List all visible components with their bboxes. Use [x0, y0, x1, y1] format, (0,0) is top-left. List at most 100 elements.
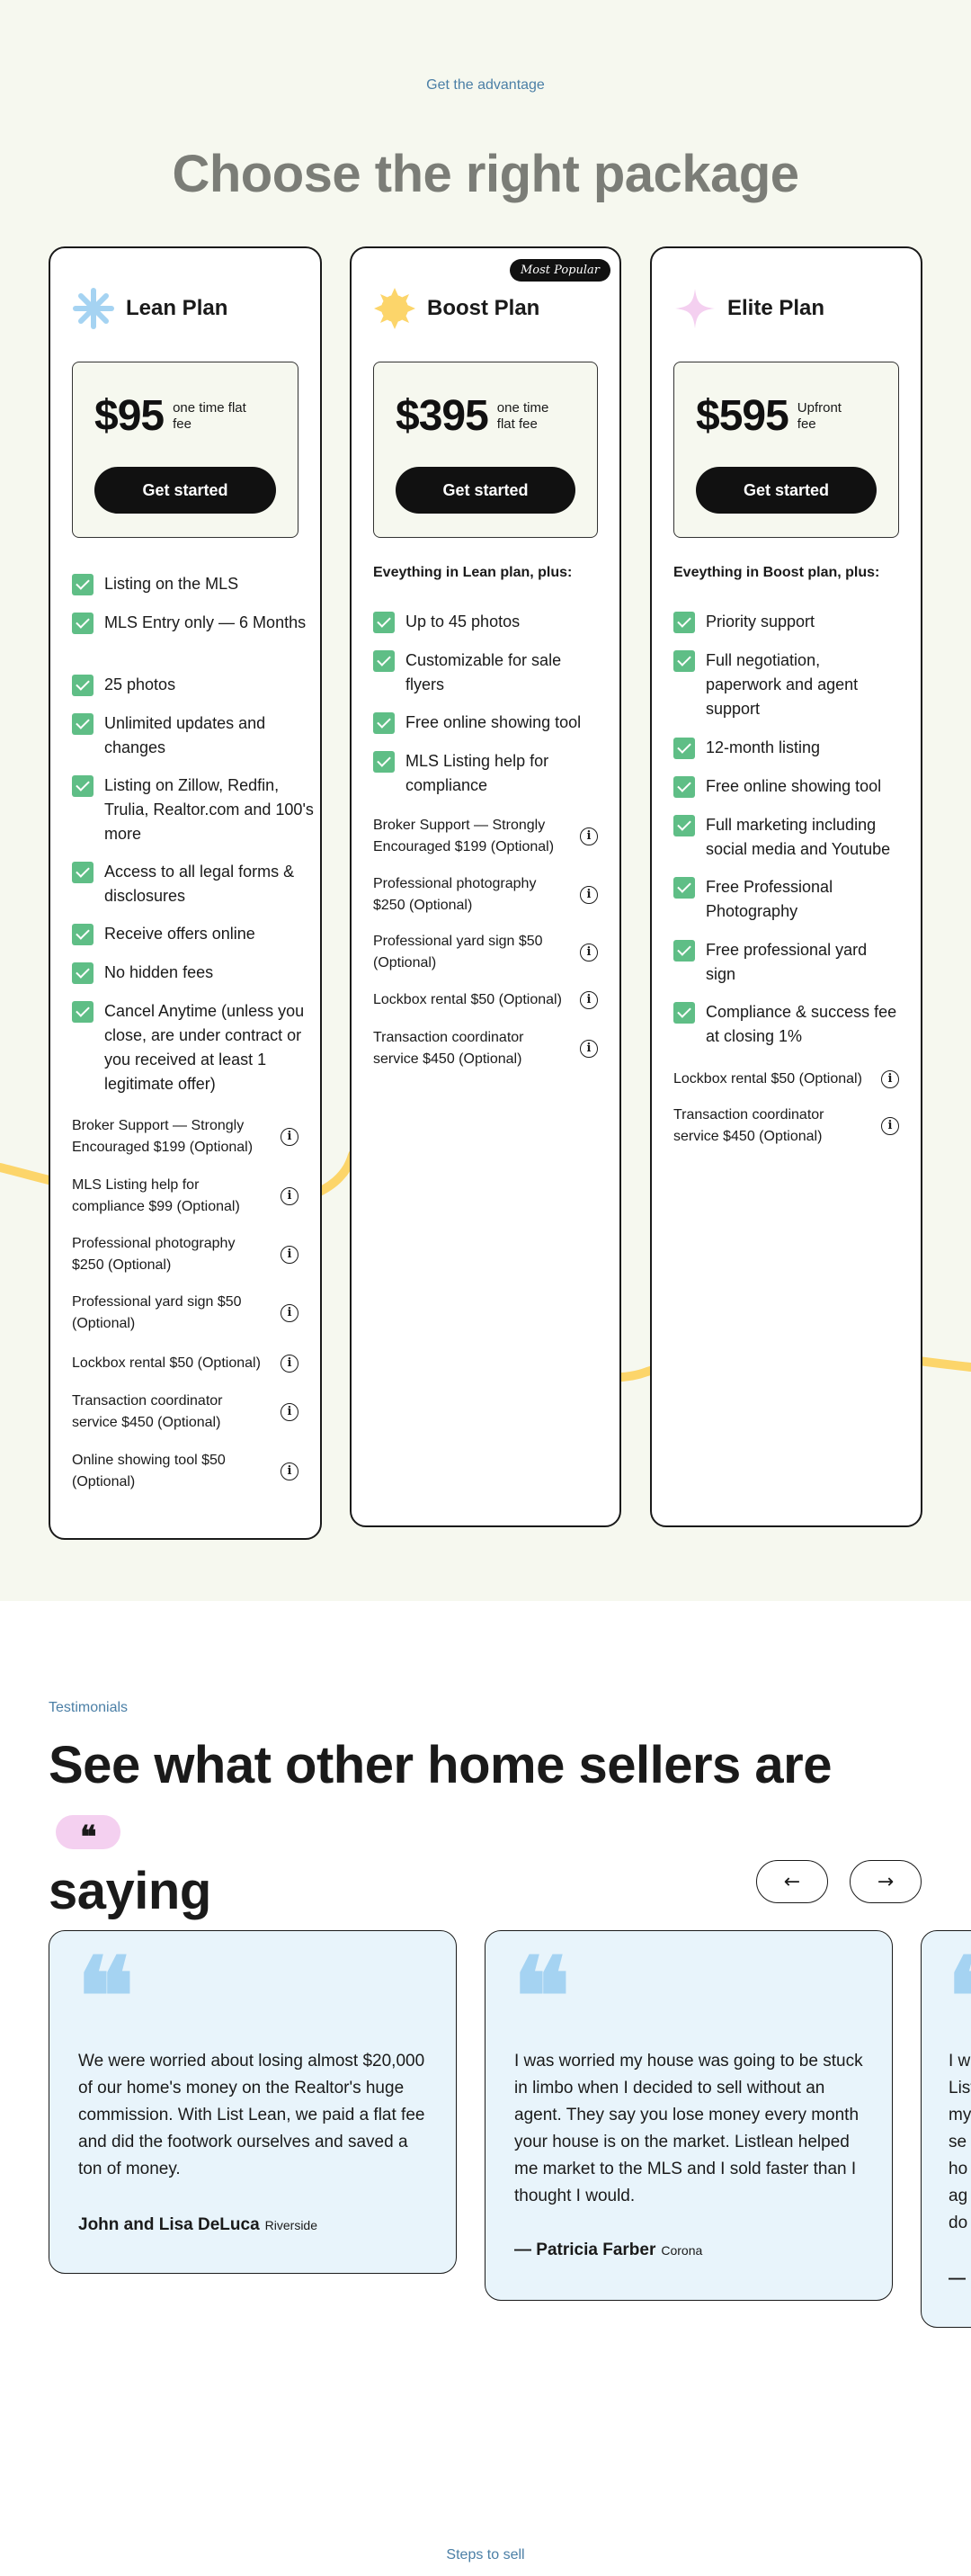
quote-pill-icon: ❝: [56, 1814, 120, 1856]
info-icon[interactable]: i: [281, 1462, 298, 1480]
testimonial-card: ❝ I was worried my house was going to be…: [485, 1930, 893, 2301]
addon-text: Professional yard sign $50 (Optional): [72, 1294, 242, 1331]
info-icon[interactable]: i: [281, 1304, 298, 1322]
get-started-button[interactable]: Get started: [696, 467, 877, 514]
check-icon: [373, 712, 395, 734]
prev-arrow-button[interactable]: ←: [756, 1860, 828, 1903]
check-icon: [373, 612, 395, 633]
plan-header: Elite Plan: [673, 284, 824, 333]
feature-text: Compliance & success fee at closing 1%: [706, 1003, 897, 1045]
plan-card-boost: Most Popular Boost Plan $395 one time fl…: [350, 246, 621, 1527]
addon-item: Transaction coordinator service $450 (Op…: [373, 1027, 598, 1070]
addon-item: Lockbox rental $50 (Optional) i: [373, 989, 598, 1011]
addon-item: MLS Listing help for compliance $99 (Opt…: [72, 1175, 298, 1218]
testimonial-text: I was worried my house was going to be s…: [514, 2052, 863, 2205]
addon-item: Online showing tool $50 (Optional) i: [72, 1450, 298, 1493]
price-note: Upfront fee: [797, 399, 842, 432]
testimonial-text: I w List my se ho ag do: [949, 2052, 971, 2232]
next-arrow-button[interactable]: →: [850, 1860, 922, 1903]
feature-text: Cancel Anytime (unless you close, are un…: [104, 1002, 305, 1093]
info-icon[interactable]: i: [580, 991, 598, 1009]
addon-item: Professional yard sign $50 (Optional) i: [72, 1292, 298, 1335]
testimonials-title: See what other home sellers are ❝ saying: [49, 1734, 876, 1923]
feature-item: 12-month listing: [673, 736, 922, 760]
feature-item: 25 photos: [72, 673, 320, 697]
feature-text: Free online showing tool: [706, 777, 882, 795]
addon-item: Transaction coordinator service $450 (Op…: [72, 1391, 298, 1434]
testimonials-section: Testimonials See what other home sellers…: [0, 1601, 971, 2576]
addon-text: Transaction coordinator service $450 (Op…: [72, 1393, 223, 1430]
addon-text: Broker Support — Strongly Encouraged $19…: [72, 1118, 254, 1155]
info-icon[interactable]: i: [281, 1128, 298, 1146]
check-icon: [673, 612, 695, 633]
check-icon: [72, 962, 94, 984]
feature-text: Listing on Zillow, Redfin, Trulia, Realt…: [104, 776, 314, 843]
plan-header: Lean Plan: [72, 284, 227, 333]
feature-item: Full negotiation, paperwork and agent su…: [673, 648, 886, 721]
feature-item: Receive offers online: [72, 922, 320, 946]
info-icon[interactable]: i: [580, 944, 598, 962]
check-icon: [673, 940, 695, 962]
testimonials-eyebrow: Testimonials: [49, 1700, 129, 1715]
steps-eyebrow: Steps to sell: [446, 2547, 525, 2563]
info-icon[interactable]: i: [881, 1070, 899, 1088]
info-icon[interactable]: i: [281, 1403, 298, 1421]
quote-icon: ❝: [947, 1944, 971, 2052]
feature-text: Unlimited updates and changes: [104, 714, 266, 756]
info-icon[interactable]: i: [281, 1246, 298, 1264]
check-icon: [673, 1002, 695, 1024]
feature-text: MLS Listing help for compliance: [405, 752, 549, 794]
check-icon: [72, 613, 94, 634]
addon-item: Professional yard sign $50 (Optional) i: [373, 931, 598, 974]
feature-item: Free professional yard sign: [673, 938, 886, 987]
price-note: one time flat fee: [173, 399, 246, 432]
addon-text: Professional yard sign $50 (Optional): [373, 934, 543, 970]
feature-text: Free Professional Photography: [706, 878, 833, 920]
check-icon: [72, 574, 94, 595]
testimonial-text: We were worried about losing almost $20,…: [78, 2052, 425, 2178]
addon-text: Professional photography $250 (Optional): [373, 876, 537, 913]
testimonial-card-partial: ❝ I w List my se ho ag do —: [921, 1930, 971, 2328]
feature-text: Receive offers online: [104, 925, 255, 943]
section-title: Choose the right package: [172, 145, 799, 203]
check-icon: [673, 650, 695, 672]
author-name: John and Lisa DeLuca: [78, 2215, 260, 2234]
features-lead: Eveything in Boost plan, plus:: [673, 565, 880, 580]
check-icon: [72, 862, 94, 883]
feature-text: Free professional yard sign: [706, 941, 868, 983]
addon-text: Broker Support — Strongly Encouraged $19…: [373, 818, 555, 854]
get-started-button[interactable]: Get started: [94, 467, 276, 514]
plan-card-elite: Elite Plan $595 Upfront fee Get started …: [650, 246, 922, 1527]
addon-text: Online showing tool $50 (Optional): [72, 1453, 226, 1489]
feature-text: Priority support: [706, 613, 815, 631]
author-name: —: [949, 2269, 966, 2288]
plan-card-lean: Lean Plan $95 one time flat fee Get star…: [49, 246, 322, 1540]
feature-item: Free Professional Photography: [673, 875, 850, 924]
info-icon[interactable]: i: [281, 1187, 298, 1205]
get-started-button[interactable]: Get started: [396, 467, 575, 514]
info-icon[interactable]: i: [580, 827, 598, 845]
info-icon[interactable]: i: [281, 1355, 298, 1373]
check-icon: [72, 775, 94, 797]
price-note: one time flat fee: [496, 399, 549, 432]
addon-text: Lockbox rental $50 (Optional): [673, 1071, 862, 1087]
check-icon: [373, 751, 395, 773]
addon-item: Broker Support — Strongly Encouraged $19…: [72, 1115, 298, 1158]
info-icon[interactable]: i: [580, 886, 598, 904]
title-text: See what other home sellers are: [49, 1736, 832, 1794]
author-city: Corona: [661, 2243, 703, 2258]
plan-price: $595: [696, 392, 789, 440]
addon-item: Lockbox rental $50 (Optional) i: [72, 1353, 298, 1374]
asterisk-icon: [73, 288, 114, 329]
check-icon: [72, 924, 94, 945]
info-icon[interactable]: i: [881, 1117, 899, 1135]
feature-item: Free online showing tool: [673, 774, 922, 799]
addon-text: Lockbox rental $50 (Optional): [72, 1355, 261, 1371]
testimonial-card: ❝ We were worried about losing almost $2…: [49, 1930, 457, 2274]
testimonial-author: John and Lisa DeLuca Riverside: [78, 2215, 317, 2235]
check-icon: [673, 877, 695, 899]
info-icon[interactable]: i: [580, 1040, 598, 1058]
feature-item: Listing on Zillow, Redfin, Trulia, Realt…: [72, 774, 320, 846]
feature-item: Access to all legal forms & disclosures: [72, 860, 320, 908]
addon-item: Professional photography $250 (Optional)…: [72, 1233, 298, 1276]
